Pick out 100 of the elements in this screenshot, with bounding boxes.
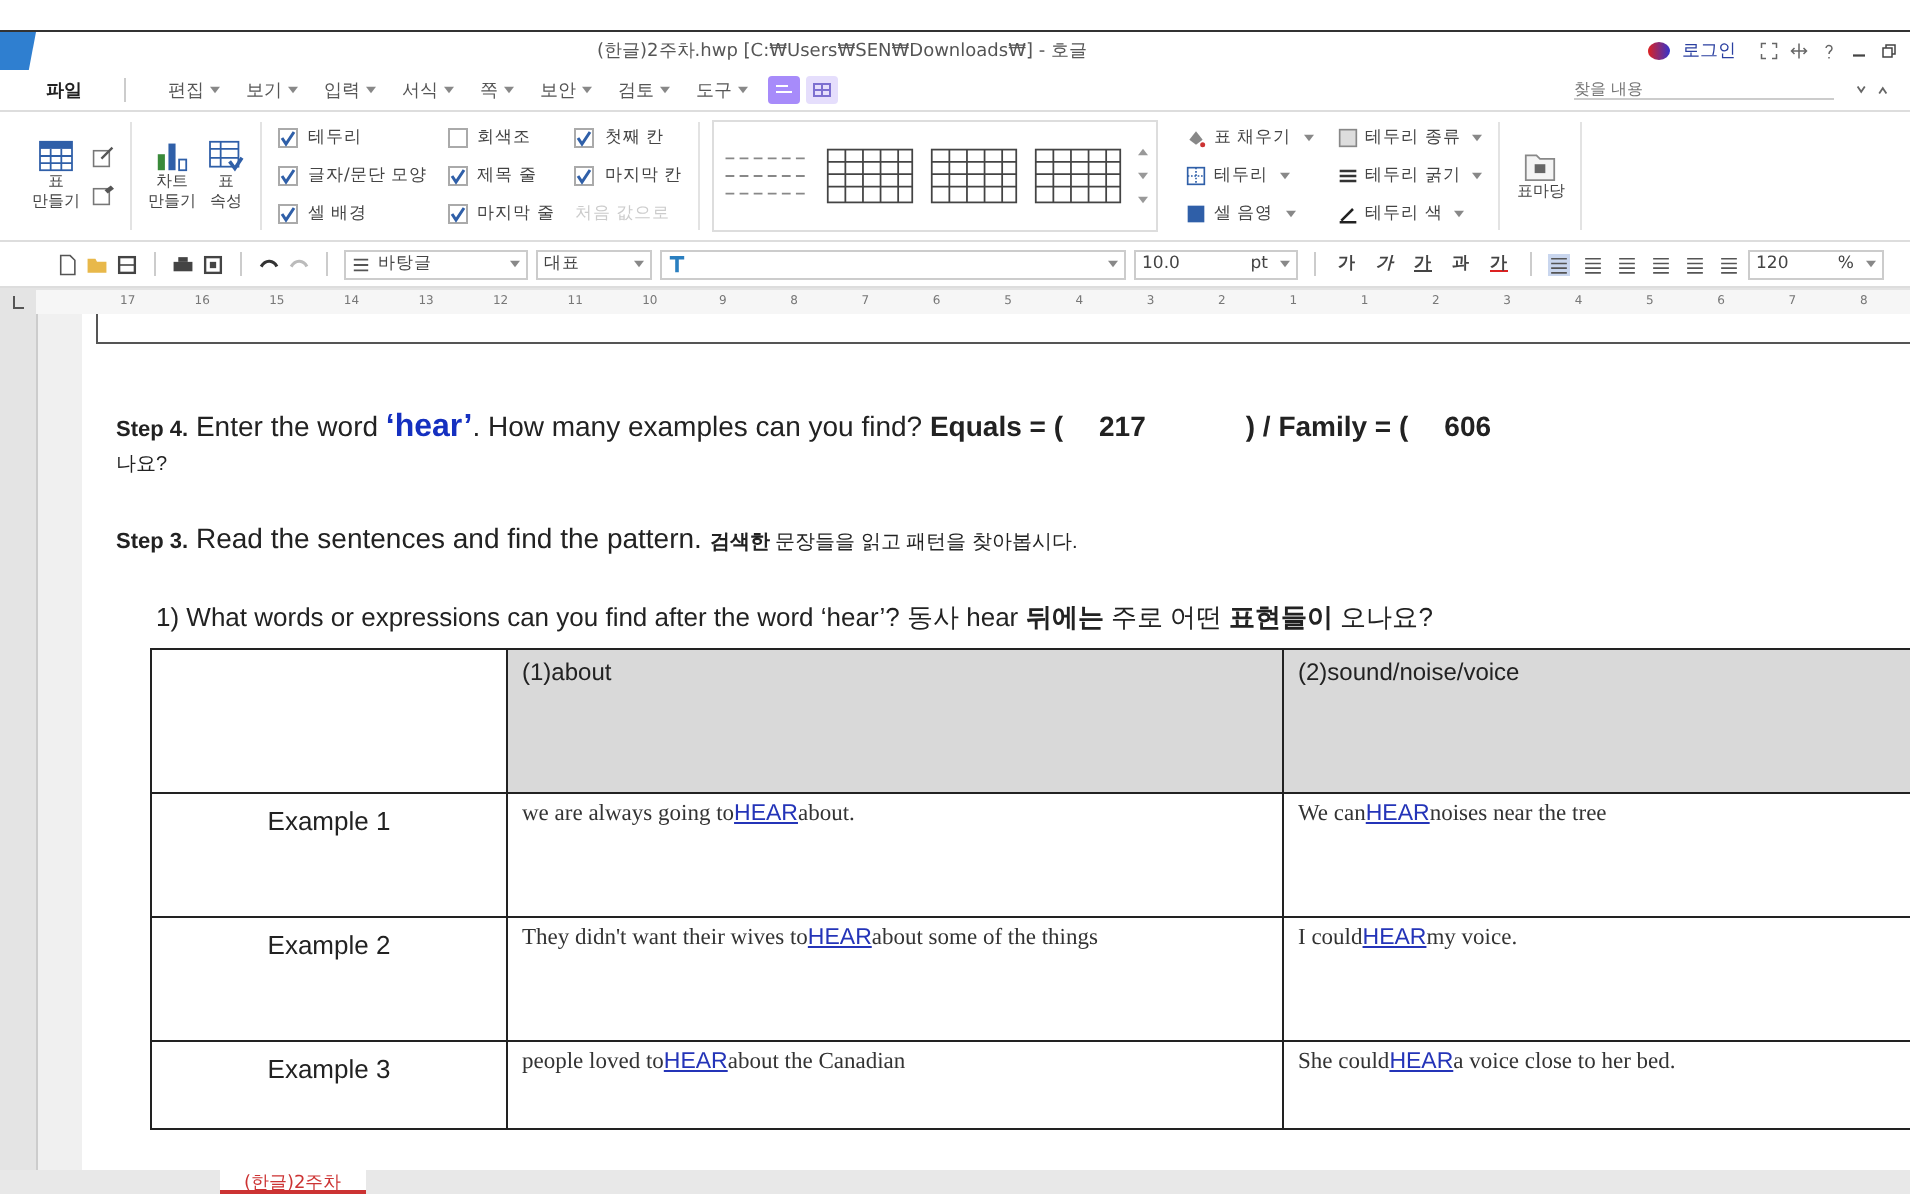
- checkbox[interactable]: [278, 166, 298, 186]
- format-button[interactable]: 과: [1446, 252, 1476, 276]
- zoom-field[interactable]: 120 %: [1748, 249, 1884, 279]
- example-sentence: She couldHEARa voice close to her bed.: [1298, 1050, 1676, 1074]
- search-hit-link[interactable]: HEAR: [807, 926, 872, 950]
- help-icon[interactable]: [1820, 42, 1838, 60]
- table-tool-button[interactable]: 테두리 색: [1337, 202, 1483, 227]
- search-hit-link[interactable]: HEAR: [734, 802, 798, 826]
- align-icon[interactable]: [1548, 253, 1570, 275]
- scroll-up-icon[interactable]: [1137, 148, 1148, 156]
- checkbox-label[interactable]: 마지막 줄: [477, 202, 555, 226]
- menu-item[interactable]: 쪽: [474, 77, 504, 103]
- table-tool-button[interactable]: 표 채우기: [1185, 125, 1314, 150]
- checkbox[interactable]: [447, 166, 468, 186]
- format-button[interactable]: 가: [1332, 252, 1362, 276]
- align-icon[interactable]: [1684, 253, 1706, 275]
- table-tool-button[interactable]: 셀 음영: [1185, 202, 1314, 227]
- font-icon: [668, 255, 686, 273]
- search-hit-link[interactable]: HEAR: [1389, 1050, 1454, 1074]
- example-label: Example 1: [267, 806, 391, 836]
- table-tool-button[interactable]: 테두리 굵기: [1337, 163, 1483, 188]
- caret-icon: [1108, 260, 1118, 268]
- language-dropdown[interactable]: 대표: [536, 249, 652, 279]
- print-icon[interactable]: [172, 253, 194, 275]
- caret-icon[interactable]: [660, 86, 670, 94]
- edit-mode-icon[interactable]: [768, 76, 800, 104]
- bar-chart-icon: [154, 140, 190, 173]
- make-table-button[interactable]: 표 만들기: [32, 140, 80, 212]
- menu-item[interactable]: 보기: [240, 77, 288, 103]
- checkbox-label[interactable]: 셀 배경: [308, 202, 368, 226]
- make-chart-button[interactable]: 차트 만들기: [148, 140, 196, 212]
- checkbox-label[interactable]: 마지막 칸: [604, 164, 682, 188]
- checkbox[interactable]: [447, 128, 468, 148]
- menu-item[interactable]: 보안: [534, 77, 582, 103]
- align-icon[interactable]: [1718, 253, 1740, 275]
- table-edit-icon[interactable]: [92, 146, 114, 168]
- checkbox-label[interactable]: 테두리: [308, 126, 362, 150]
- table-tool-button[interactable]: 테두리: [1185, 163, 1314, 188]
- menu-item[interactable]: 파일: [40, 77, 88, 103]
- checkbox-label[interactable]: 첫째 칸: [604, 126, 664, 150]
- caret-icon[interactable]: [288, 86, 298, 94]
- checkbox[interactable]: [278, 204, 298, 224]
- search-hit-link[interactable]: HEAR: [663, 1050, 728, 1074]
- menu-item[interactable]: 검토: [612, 77, 660, 103]
- checkbox[interactable]: [574, 128, 595, 148]
- login-link[interactable]: 로그인: [1682, 38, 1736, 64]
- checkbox-label[interactable]: 제목 줄: [477, 164, 537, 188]
- align-icon[interactable]: [1650, 253, 1672, 275]
- checkbox[interactable]: [278, 128, 298, 148]
- table-tool-button[interactable]: 테두리 종류: [1337, 125, 1483, 150]
- caret-icon[interactable]: [444, 86, 454, 94]
- style-dropdown[interactable]: 바탕글: [344, 249, 528, 279]
- menu-item[interactable]: 편집: [162, 77, 210, 103]
- user-badge-icon: [1648, 42, 1670, 60]
- search-field[interactable]: 찾을 내용: [1574, 80, 1834, 100]
- ribbon-toggle-icon[interactable]: [1854, 82, 1890, 98]
- document-tab[interactable]: (한글)2주차: [220, 1170, 366, 1194]
- caret-icon[interactable]: [582, 86, 592, 94]
- preview-icon[interactable]: [202, 253, 224, 275]
- restore-icon[interactable]: [1880, 42, 1898, 60]
- caret-icon[interactable]: [210, 86, 220, 94]
- scroll-down-icon[interactable]: [1137, 172, 1148, 180]
- checkbox[interactable]: [574, 166, 595, 186]
- window-title: (한글)2주차.hwp [C:₩Users₩SEN₩Downloads₩] - 호글: [595, 40, 1089, 64]
- checkbox-label[interactable]: 회색조: [477, 126, 532, 150]
- checkbox-label[interactable]: 글자/문단 모양: [308, 164, 428, 188]
- arrows-icon[interactable]: [1790, 42, 1808, 60]
- menu-item[interactable]: 도구: [690, 77, 738, 103]
- search-hit-link[interactable]: HEAR: [1362, 926, 1427, 950]
- tab-stop-icon[interactable]: [10, 293, 26, 309]
- table-gallery-button[interactable]: 표마당: [1516, 150, 1565, 202]
- example-sentence: people loved toHEARabout the Canadian: [522, 1050, 906, 1074]
- fullscreen-icon[interactable]: [1760, 42, 1778, 60]
- format-button[interactable]: 가: [1408, 252, 1438, 276]
- menu-item[interactable]: 입력: [318, 77, 366, 103]
- tool-icon: [1337, 204, 1358, 225]
- caret-icon[interactable]: [366, 86, 376, 94]
- align-icon[interactable]: [1616, 253, 1638, 275]
- search-hit-link[interactable]: HEAR: [1365, 802, 1430, 826]
- caret-icon[interactable]: [504, 86, 514, 94]
- expand-icon[interactable]: [1137, 196, 1148, 204]
- caret-icon[interactable]: [738, 86, 748, 94]
- grid-view-icon[interactable]: [806, 76, 838, 104]
- table-properties-button[interactable]: 표 속성: [208, 140, 244, 212]
- app-logo-icon[interactable]: [0, 32, 36, 70]
- menu-item[interactable]: 서식: [396, 77, 444, 103]
- font-size-field[interactable]: 10.0 pt: [1134, 249, 1298, 279]
- checkbox[interactable]: [447, 204, 468, 224]
- new-document-icon[interactable]: [56, 253, 78, 275]
- format-button[interactable]: 가: [1370, 252, 1400, 276]
- caret-icon: [1866, 260, 1876, 268]
- example-sentence: we are always going toHEARabout.: [522, 802, 855, 826]
- caret-icon: [1285, 210, 1296, 219]
- format-button[interactable]: 가: [1484, 252, 1514, 276]
- caret-icon: [1280, 260, 1290, 268]
- table-eraser-icon[interactable]: [92, 184, 114, 206]
- caret-icon: [1303, 133, 1314, 142]
- align-icon[interactable]: [1582, 253, 1604, 275]
- save-icon[interactable]: [116, 253, 138, 275]
- step-4-instruction: Step 4. Enter the word ‘hear’. How many examples can you find? Equals = ( 217 ) / Family = ( 606: [116, 410, 1494, 446]
